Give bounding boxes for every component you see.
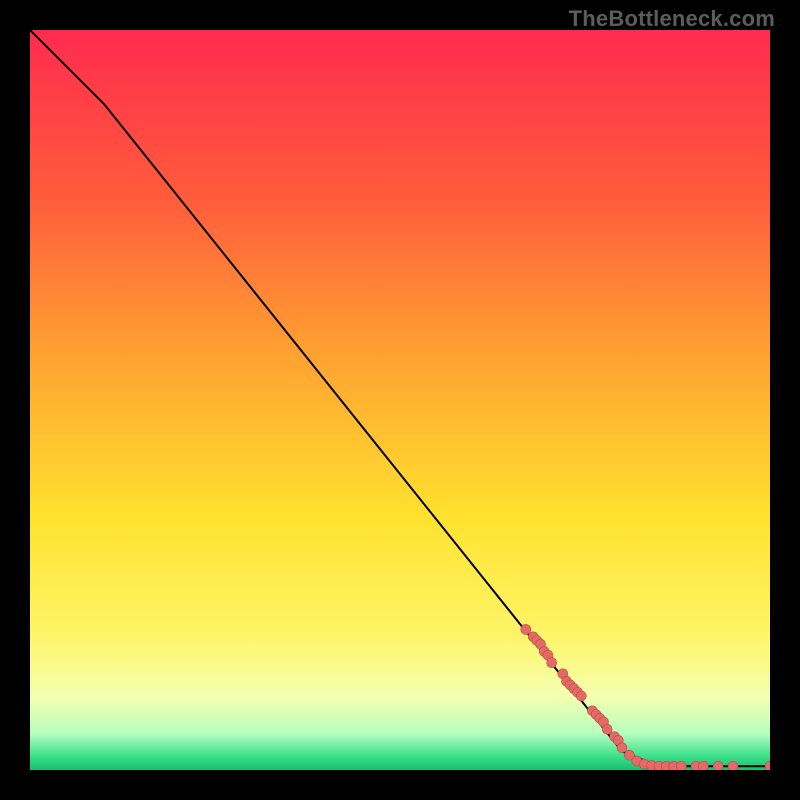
bottleneck-chart <box>30 30 770 770</box>
data-marker <box>521 624 531 634</box>
data-marker <box>676 761 686 770</box>
data-marker <box>713 761 723 770</box>
gradient-background <box>30 30 770 770</box>
data-marker <box>602 724 612 734</box>
data-marker <box>617 743 627 753</box>
watermark-label: TheBottleneck.com <box>569 6 775 32</box>
data-marker <box>547 658 557 668</box>
data-marker <box>698 761 708 770</box>
data-marker <box>728 761 738 770</box>
data-marker <box>576 691 586 701</box>
